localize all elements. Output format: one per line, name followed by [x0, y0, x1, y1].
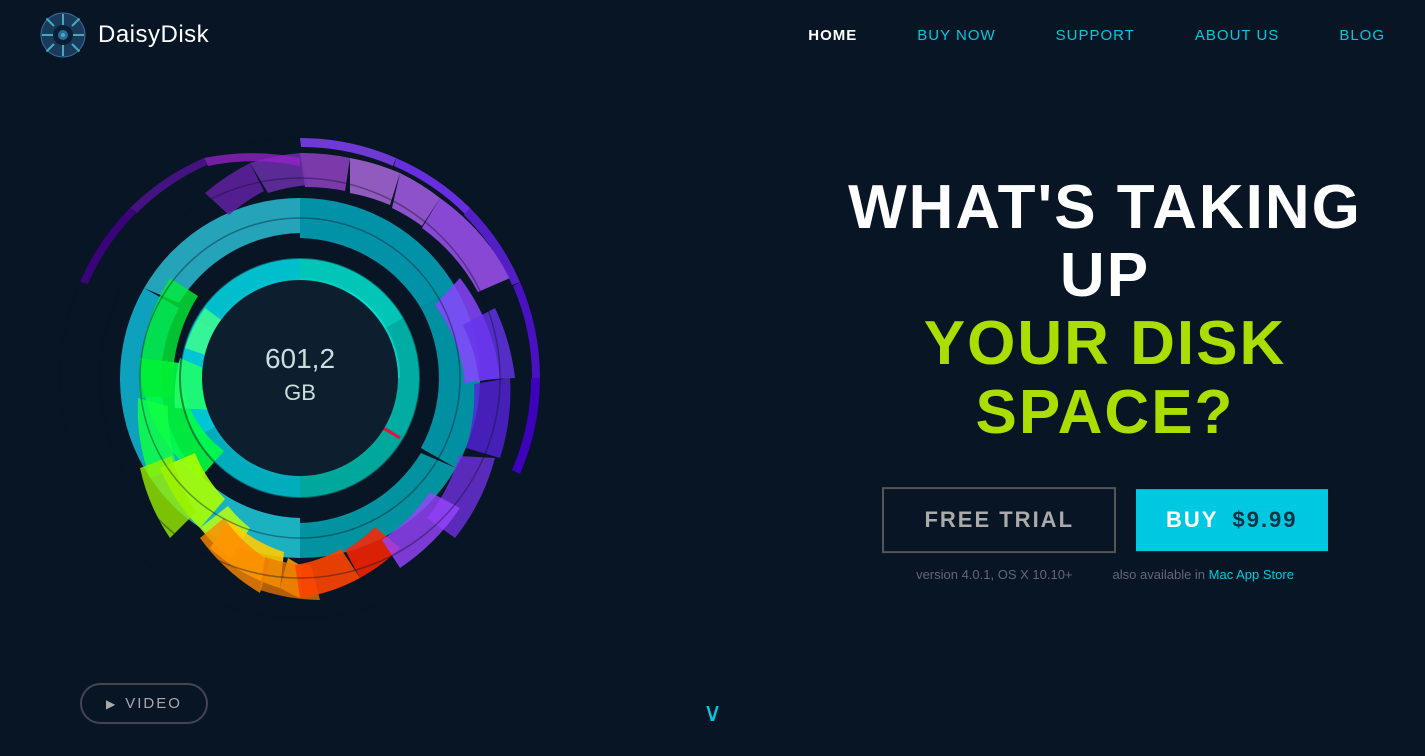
video-button[interactable]: ▶ VIDEO	[80, 683, 208, 724]
buy-price: $9.99	[1232, 507, 1297, 533]
store-info: also available in Mac App Store	[1113, 567, 1294, 582]
version-text: version 4.0.1, OS X 10.10+	[916, 567, 1072, 582]
navigation: DaisyDisk HOME BUY NOW SUPPORT ABOUT US …	[0, 0, 1425, 70]
hero-content: WHAT'S TAKING UP YOUR DISK SPACE? FREE T…	[845, 174, 1365, 582]
sub-info: version 4.0.1, OS X 10.10+ also availabl…	[845, 567, 1365, 582]
logo-icon	[40, 12, 86, 58]
headline-line2: YOUR DISK SPACE?	[845, 311, 1365, 447]
nav-blog[interactable]: BLOG	[1339, 27, 1385, 44]
hero-section: 601,2 GB WHAT'S TAKING UP YOUR DISK SPAC…	[0, 0, 1425, 756]
nav-support[interactable]: SUPPORT	[1056, 27, 1135, 44]
buy-label: BUY	[1166, 507, 1218, 533]
logo[interactable]: DaisyDisk	[40, 12, 209, 58]
free-trial-button[interactable]: FREE TRIAL	[882, 487, 1116, 553]
svg-text:GB: GB	[284, 380, 316, 405]
nav-links: HOME BUY NOW SUPPORT ABOUT US BLOG	[808, 27, 1385, 44]
play-icon: ▶	[106, 697, 117, 711]
scroll-down-arrow[interactable]: ∨	[703, 697, 722, 728]
nav-buy-now[interactable]: BUY NOW	[917, 27, 995, 44]
logo-text: DaisyDisk	[98, 21, 209, 49]
store-prefix: also available in	[1113, 567, 1209, 582]
headline-line1: WHAT'S TAKING UP	[845, 174, 1365, 310]
buy-button[interactable]: BUY $9.99	[1136, 489, 1328, 551]
svg-text:601,2: 601,2	[265, 343, 335, 374]
headline: WHAT'S TAKING UP YOUR DISK SPACE?	[845, 174, 1365, 447]
video-label: VIDEO	[125, 695, 182, 712]
nav-home[interactable]: HOME	[808, 27, 857, 44]
cta-buttons: FREE TRIAL BUY $9.99	[845, 487, 1365, 553]
disk-chart: 601,2 GB	[0, 18, 660, 738]
nav-about-us[interactable]: ABOUT US	[1195, 27, 1279, 44]
mac-app-store-link[interactable]: Mac App Store	[1209, 567, 1294, 582]
disk-svg: 601,2 GB	[0, 18, 660, 738]
